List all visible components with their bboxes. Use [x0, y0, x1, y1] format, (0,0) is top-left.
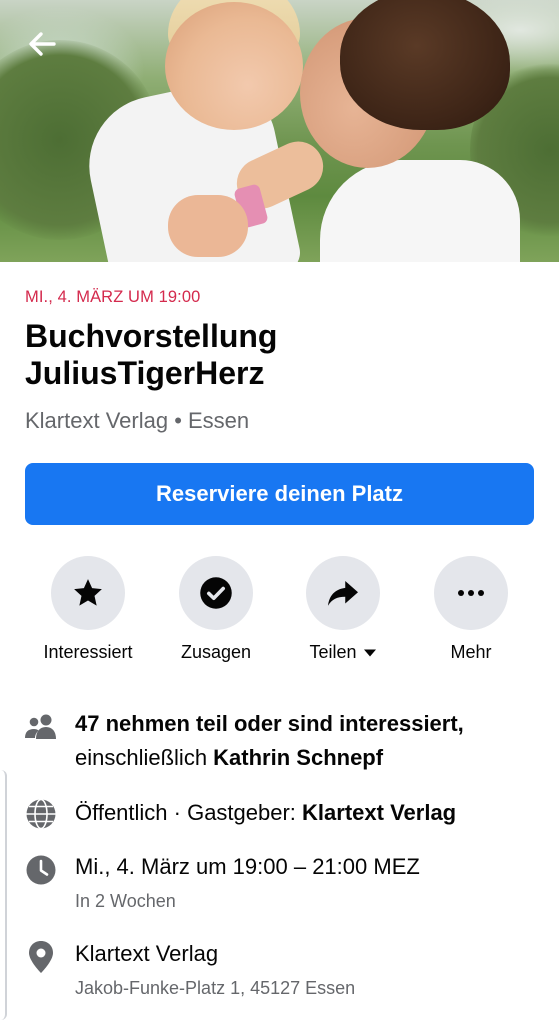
- attendance-row[interactable]: 47 nehmen teil oder sind interessiert, e…: [0, 708, 559, 778]
- event-cover-photo: [0, 0, 559, 262]
- location-address: Jakob-Funke-Platz 1, 45127 Essen: [75, 978, 356, 998]
- privacy-label: Öffentlich · Gastgeber:: [75, 800, 303, 825]
- share-circle[interactable]: [306, 556, 380, 630]
- reserve-seat-button[interactable]: Reserviere deinen Platz: [25, 463, 534, 525]
- event-title: Buchvorstellung JuliusTigerHerz: [25, 318, 535, 392]
- attendance-count-text: 47 nehmen teil oder sind interessiert,: [75, 711, 464, 736]
- attendance-including-prefix: einschließlich: [75, 745, 214, 770]
- going-label: Zusagen: [180, 642, 252, 662]
- share-button[interactable]: Teilen: [278, 556, 408, 666]
- attendance-including: einschließlich Kathrin Schnepf: [75, 742, 383, 774]
- event-details-panel: MI., 4. MÄRZ UM 19:00 Buchvorstellung Ju…: [0, 262, 559, 1024]
- interested-label: Interessiert: [43, 642, 133, 662]
- interested-button[interactable]: Interessiert: [23, 556, 153, 666]
- edge-handle: [0, 770, 7, 1020]
- back-button[interactable]: [24, 28, 60, 60]
- host-link[interactable]: Klartext Verlag: [302, 800, 456, 825]
- share-arrow-icon: [328, 581, 358, 606]
- event-title-line-1: Buchvorstellung: [25, 318, 278, 354]
- globe-icon: [24, 797, 58, 831]
- event-date: MI., 4. MÄRZ UM 19:00: [25, 288, 201, 306]
- location-row[interactable]: Klartext Verlag Jakob-Funke-Platz 1, 451…: [0, 938, 559, 1008]
- check-circle-icon: [200, 577, 232, 609]
- share-label: Teilen: [309, 642, 357, 662]
- event-relative-time: In 2 Wochen: [75, 891, 176, 911]
- more-circle[interactable]: [434, 556, 508, 630]
- privacy-host-text: Öffentlich · Gastgeber: Klartext Verlag: [75, 797, 456, 829]
- people-icon: [24, 710, 58, 744]
- privacy-host-row: Öffentlich · Gastgeber: Klartext Verlag: [0, 797, 559, 837]
- location-pin-icon: [24, 940, 58, 974]
- event-organizer-location[interactable]: Klartext Verlag • Essen: [25, 408, 249, 434]
- event-time-range: Mi., 4. März um 19:00 – 21:00 MEZ: [75, 854, 420, 879]
- back-arrow-icon: [29, 32, 56, 56]
- attendance-friend-name[interactable]: Kathrin Schnepf: [213, 745, 383, 770]
- going-circle[interactable]: [179, 556, 253, 630]
- more-button[interactable]: Mehr: [406, 556, 536, 666]
- clock-icon: [24, 853, 58, 887]
- attendance-count: 47 nehmen teil oder sind interessiert,: [75, 708, 464, 740]
- caret-down-icon: [363, 649, 376, 656]
- more-dots-icon: [458, 590, 484, 596]
- event-actions-bar: Interessiert Zusagen Teilen Mehr: [0, 556, 559, 666]
- time-row: Mi., 4. März um 19:00 – 21:00 MEZ In 2 W…: [0, 851, 559, 921]
- more-label: Mehr: [450, 642, 492, 662]
- location-name: Klartext Verlag: [75, 941, 219, 966]
- interested-circle[interactable]: [51, 556, 125, 630]
- share-label-row: Teilen: [309, 642, 376, 663]
- event-title-line-2: JuliusTigerHerz: [25, 355, 265, 391]
- star-icon: [74, 579, 102, 606]
- going-button[interactable]: Zusagen: [151, 556, 281, 666]
